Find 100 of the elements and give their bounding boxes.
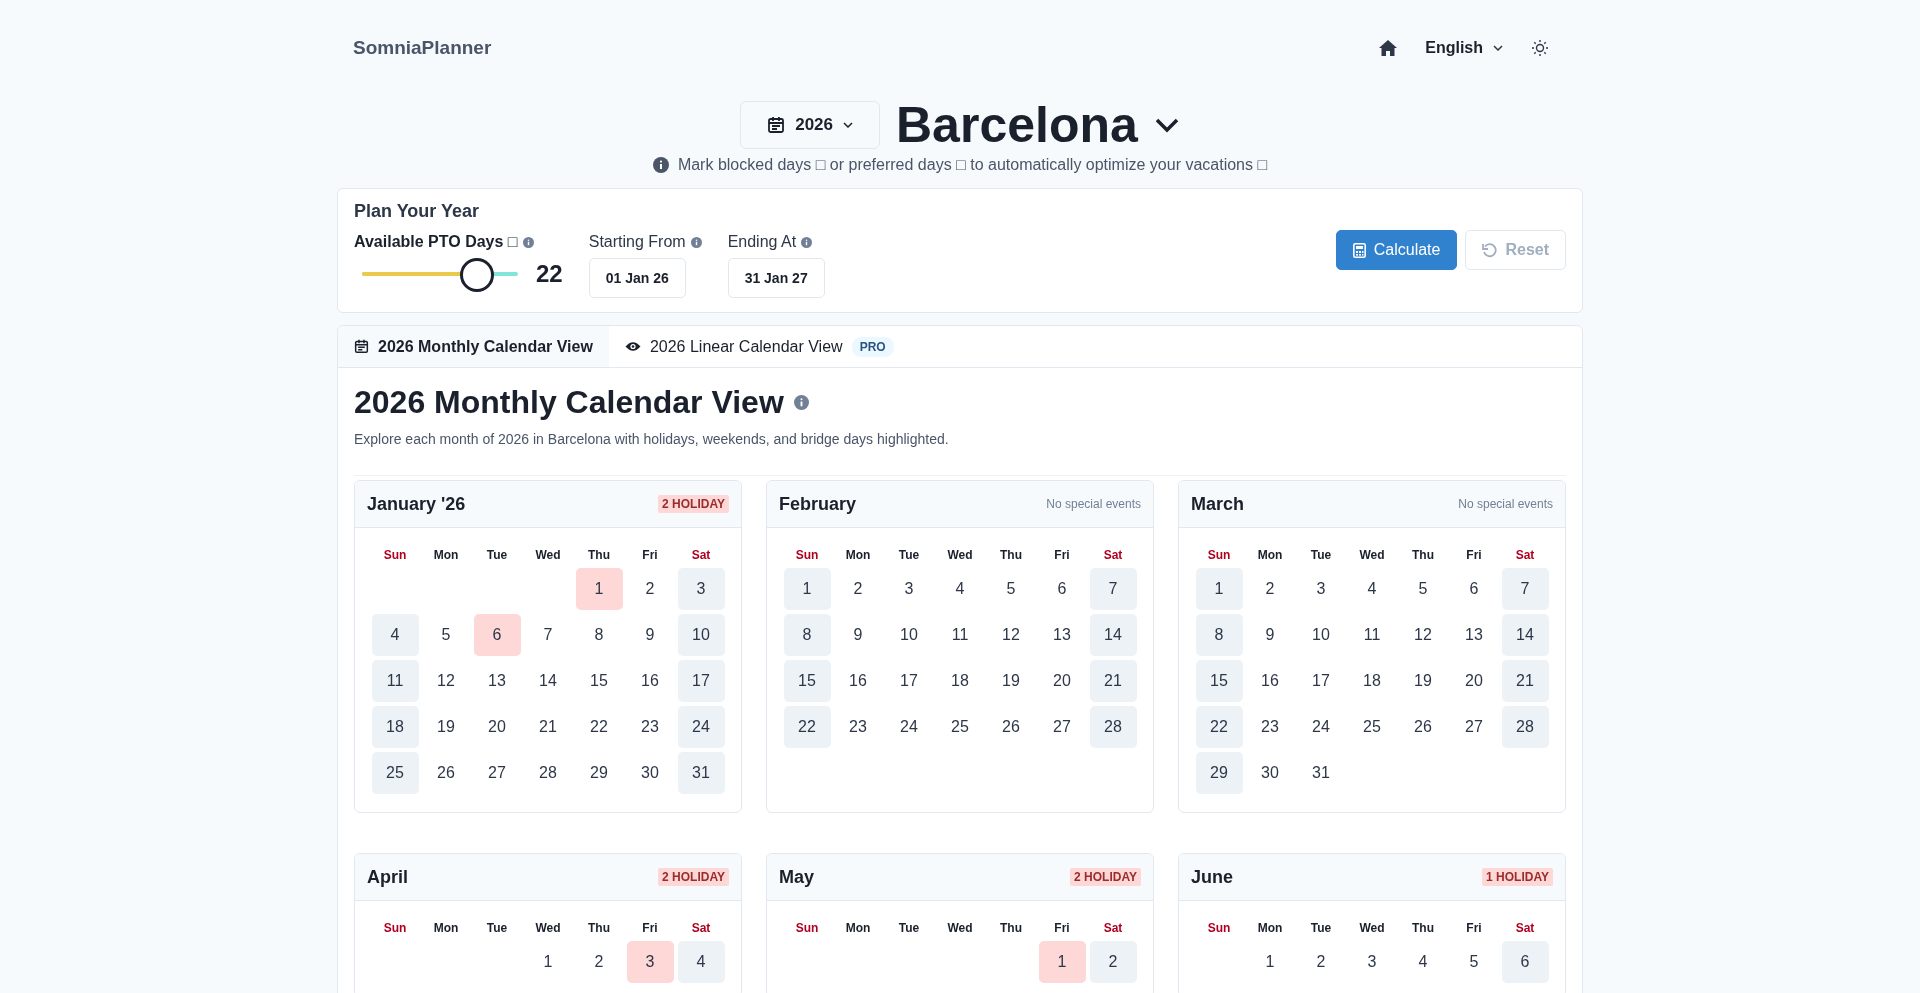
pto-slider[interactable] bbox=[362, 258, 518, 290]
year-dropdown[interactable]: 2026 bbox=[740, 101, 880, 149]
date-field[interactable]: 01 Jan 26 bbox=[588, 258, 686, 298]
day-cell[interactable]: 18 bbox=[936, 660, 984, 702]
home-icon[interactable] bbox=[1379, 40, 1398, 56]
day-cell[interactable]: 15 bbox=[783, 660, 831, 702]
day-cell[interactable]: 2 bbox=[575, 941, 623, 983]
day-cell[interactable]: 23 bbox=[834, 706, 882, 748]
day-cell[interactable]: 2 bbox=[1297, 941, 1345, 983]
day-cell[interactable]: 5 bbox=[987, 568, 1035, 610]
day-cell[interactable]: 11 bbox=[1348, 614, 1396, 656]
day-cell[interactable]: 19 bbox=[987, 660, 1035, 702]
day-cell[interactable]: 15 bbox=[575, 660, 623, 702]
day-cell[interactable]: 3 bbox=[885, 568, 933, 610]
day-cell[interactable]: 2 bbox=[1089, 941, 1137, 983]
day-cell[interactable]: 10 bbox=[1297, 614, 1345, 656]
day-cell[interactable]: 12 bbox=[1399, 614, 1447, 656]
day-cell[interactable]: 27 bbox=[1038, 706, 1086, 748]
day-cell[interactable]: 1 bbox=[1038, 941, 1086, 983]
day-cell[interactable]: 10 bbox=[885, 614, 933, 656]
day-cell[interactable]: 17 bbox=[1297, 660, 1345, 702]
day-cell[interactable]: 25 bbox=[936, 706, 984, 748]
day-cell[interactable]: 9 bbox=[626, 614, 674, 656]
day-cell[interactable]: 30 bbox=[1246, 752, 1294, 794]
day-cell[interactable]: 6 bbox=[1038, 568, 1086, 610]
day-cell[interactable]: 28 bbox=[1089, 706, 1137, 748]
day-cell[interactable]: 13 bbox=[473, 660, 521, 702]
day-cell[interactable]: 3 bbox=[626, 941, 674, 983]
day-cell[interactable]: 20 bbox=[473, 706, 521, 748]
day-cell[interactable]: 4 bbox=[371, 614, 419, 656]
day-cell[interactable]: 18 bbox=[371, 706, 419, 748]
day-cell[interactable]: 30 bbox=[626, 752, 674, 794]
day-cell[interactable]: 26 bbox=[422, 752, 470, 794]
view-tab[interactable]: 2026 Monthly Calendar View bbox=[338, 326, 609, 367]
day-cell[interactable]: 13 bbox=[1450, 614, 1498, 656]
calculate-button[interactable]: Calculate bbox=[1335, 230, 1458, 270]
day-cell[interactable]: 19 bbox=[422, 706, 470, 748]
day-cell[interactable]: 17 bbox=[677, 660, 725, 702]
day-cell[interactable]: 14 bbox=[524, 660, 572, 702]
day-cell[interactable]: 11 bbox=[936, 614, 984, 656]
day-cell[interactable]: 31 bbox=[1297, 752, 1345, 794]
day-cell[interactable]: 25 bbox=[1348, 706, 1396, 748]
sun-icon[interactable] bbox=[1531, 39, 1549, 57]
day-cell[interactable]: 1 bbox=[524, 941, 572, 983]
day-cell[interactable]: 5 bbox=[422, 614, 470, 656]
day-cell[interactable]: 27 bbox=[473, 752, 521, 794]
day-cell[interactable]: 3 bbox=[677, 568, 725, 610]
day-cell[interactable]: 21 bbox=[1501, 660, 1549, 702]
day-cell[interactable]: 9 bbox=[834, 614, 882, 656]
date-field[interactable]: 31 Jan 27 bbox=[727, 258, 825, 298]
day-cell[interactable]: 1 bbox=[1195, 568, 1243, 610]
day-cell[interactable]: 10 bbox=[677, 614, 725, 656]
day-cell[interactable]: 11 bbox=[371, 660, 419, 702]
day-cell[interactable]: 28 bbox=[1501, 706, 1549, 748]
day-cell[interactable]: 7 bbox=[1501, 568, 1549, 610]
day-cell[interactable]: 24 bbox=[1297, 706, 1345, 748]
day-cell[interactable]: 2 bbox=[834, 568, 882, 610]
day-cell[interactable]: 3 bbox=[1348, 941, 1396, 983]
day-cell[interactable]: 14 bbox=[1089, 614, 1137, 656]
day-cell[interactable]: 1 bbox=[575, 568, 623, 610]
day-cell[interactable]: 8 bbox=[575, 614, 623, 656]
day-cell[interactable]: 15 bbox=[1195, 660, 1243, 702]
day-cell[interactable]: 29 bbox=[575, 752, 623, 794]
day-cell[interactable]: 25 bbox=[371, 752, 419, 794]
brand-name[interactable]: SomniaPlanner bbox=[353, 37, 492, 59]
day-cell[interactable]: 13 bbox=[1038, 614, 1086, 656]
day-cell[interactable]: 5 bbox=[1450, 941, 1498, 983]
day-cell[interactable]: 24 bbox=[885, 706, 933, 748]
slider-thumb[interactable] bbox=[460, 258, 495, 292]
language-dropdown[interactable]: English bbox=[1425, 39, 1503, 57]
day-cell[interactable]: 4 bbox=[936, 568, 984, 610]
day-cell[interactable]: 21 bbox=[1089, 660, 1137, 702]
day-cell[interactable]: 4 bbox=[1348, 568, 1396, 610]
day-cell[interactable]: 17 bbox=[885, 660, 933, 702]
city-dropdown[interactable]: Barcelona bbox=[896, 96, 1180, 154]
day-cell[interactable]: 4 bbox=[677, 941, 725, 983]
day-cell[interactable]: 22 bbox=[1195, 706, 1243, 748]
day-cell[interactable]: 21 bbox=[524, 706, 572, 748]
day-cell[interactable]: 16 bbox=[1246, 660, 1294, 702]
day-cell[interactable]: 2 bbox=[1246, 568, 1294, 610]
day-cell[interactable]: 4 bbox=[1399, 941, 1447, 983]
day-cell[interactable]: 7 bbox=[524, 614, 572, 656]
day-cell[interactable]: 26 bbox=[987, 706, 1035, 748]
day-cell[interactable]: 12 bbox=[987, 614, 1035, 656]
day-cell[interactable]: 23 bbox=[1246, 706, 1294, 748]
day-cell[interactable]: 5 bbox=[1399, 568, 1447, 610]
day-cell[interactable]: 22 bbox=[783, 706, 831, 748]
day-cell[interactable]: 18 bbox=[1348, 660, 1396, 702]
day-cell[interactable]: 16 bbox=[834, 660, 882, 702]
day-cell[interactable]: 1 bbox=[783, 568, 831, 610]
day-cell[interactable]: 8 bbox=[1195, 614, 1243, 656]
day-cell[interactable]: 16 bbox=[626, 660, 674, 702]
day-cell[interactable]: 20 bbox=[1450, 660, 1498, 702]
day-cell[interactable]: 6 bbox=[1501, 941, 1549, 983]
day-cell[interactable]: 3 bbox=[1297, 568, 1345, 610]
day-cell[interactable]: 6 bbox=[473, 614, 521, 656]
day-cell[interactable]: 9 bbox=[1246, 614, 1294, 656]
day-cell[interactable]: 14 bbox=[1501, 614, 1549, 656]
day-cell[interactable]: 31 bbox=[677, 752, 725, 794]
day-cell[interactable]: 8 bbox=[783, 614, 831, 656]
